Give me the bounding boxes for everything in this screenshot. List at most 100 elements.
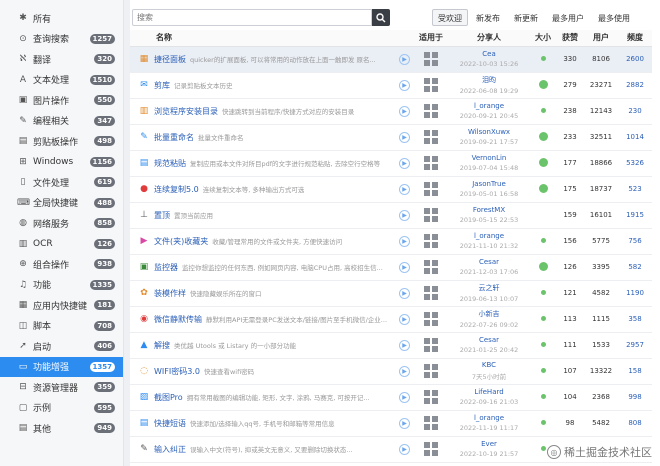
run-icon[interactable]: ▶	[399, 105, 410, 117]
col-likes[interactable]: 获赞	[556, 30, 584, 47]
sharer-name[interactable]: 小新吉	[448, 309, 530, 319]
run-icon[interactable]: ▶	[399, 313, 410, 325]
table-row[interactable]: ▤ 快捷短语 快速添加/选择输入qq号, 手机号和邮箱等常用信息 ▶ l_ora…	[130, 410, 652, 437]
run-icon[interactable]: ▶	[399, 79, 410, 91]
action-title[interactable]: 解搜	[154, 340, 170, 351]
action-title[interactable]: 连续复制5.0	[154, 184, 199, 195]
col-sharer[interactable]: 分享人	[448, 30, 530, 47]
action-title[interactable]: 监控器	[154, 262, 178, 273]
sharer-name[interactable]: LifeHard	[448, 388, 530, 396]
table-row[interactable]: ▦ 捷径面板 quicker的扩展面板, 可以将常用的动作放在上面一触即发 原名…	[130, 46, 652, 73]
sharer-name[interactable]: ForestMX	[448, 206, 530, 214]
action-title[interactable]: 装模作样	[154, 288, 186, 299]
sidebar-item[interactable]: ⊕ 组合操作 938	[0, 254, 123, 275]
col-size[interactable]: 大小	[530, 30, 556, 47]
sidebar-item[interactable]: ✎ 编程相关 347	[0, 111, 123, 132]
table-row[interactable]: ✿ 装模作样 快速隐藏娱乐所在的窗口 ▶ 云之轩 2019-06-13 10:07…	[130, 280, 652, 307]
run-icon[interactable]: ▶	[399, 391, 410, 403]
run-icon[interactable]: ▶	[399, 157, 410, 169]
sharer-name[interactable]: Cesar	[448, 258, 530, 266]
sharer-name[interactable]: 云之轩	[448, 283, 530, 293]
table-row[interactable]: ◌ WIFI密码3.0 快速查看wifi密码 ▶ KBC 7天5小时前 107 1…	[130, 358, 652, 385]
sort-tab[interactable]: 新发布	[470, 9, 506, 26]
sharer-name[interactable]: Cesar	[448, 336, 530, 344]
sidebar-item[interactable]: ✱ 所有	[0, 8, 123, 29]
run-icon[interactable]: ▶	[399, 417, 410, 429]
run-icon[interactable]: ▶	[399, 235, 410, 247]
sharer-name[interactable]: WilsonXuwx	[448, 128, 530, 136]
sharer-name[interactable]: l_orange	[448, 232, 530, 240]
action-title[interactable]: 输入纠正	[154, 444, 186, 455]
run-icon[interactable]: ▶	[399, 183, 410, 195]
run-icon[interactable]: ▶	[399, 209, 410, 221]
sharer-name[interactable]: 泪昀	[448, 75, 530, 85]
action-title[interactable]: 批量重命名	[154, 132, 194, 143]
sharer-name[interactable]: VernonLin	[448, 154, 530, 162]
sharer-name[interactable]: Ever	[448, 440, 530, 448]
sidebar-item[interactable]: ⊟ 资源管理器 359	[0, 377, 123, 398]
action-title[interactable]: 快捷短语	[154, 418, 186, 429]
sidebar-item[interactable]: A 文本处理 1510	[0, 70, 123, 91]
sort-tab[interactable]: 新更新	[508, 9, 544, 26]
sidebar-item[interactable]: ℵ 翻译 320	[0, 49, 123, 70]
action-title[interactable]: 捷径面板	[154, 54, 186, 65]
users-count: 18866	[584, 150, 618, 177]
table-row[interactable]: ✎ 批量重命名 批量文件重命名 ▶ WilsonXuwx 2019-09-21 1…	[130, 124, 652, 151]
action-title[interactable]: 截图Pro	[154, 392, 183, 403]
run-icon[interactable]: ▶	[399, 339, 410, 351]
run-icon[interactable]: ▶	[399, 443, 410, 455]
action-title[interactable]: WIFI密码3.0	[154, 366, 200, 377]
table-row[interactable]: ✉ 剪库 记录剪贴板文本历史 ▶ 泪昀 2022-06-08 19:29 279 …	[130, 72, 652, 99]
action-title[interactable]: 规范粘贴	[154, 158, 186, 169]
run-icon[interactable]: ▶	[399, 261, 410, 273]
sidebar-item[interactable]: ◫ 脚本 708	[0, 316, 123, 337]
sidebar-item[interactable]: ▥ OCR 126	[0, 234, 123, 255]
table-row[interactable]: ◉ 微信静默传输 静默利用API无需登录PC发送文本/链接/图片至手机微信/企业…	[130, 306, 652, 333]
table-row[interactable]: ● 连续复制5.0 连续复制文本等, 多种输出方式可选 ▶ JasonTrue 2…	[130, 176, 652, 203]
run-icon[interactable]: ▶	[399, 365, 410, 377]
action-title[interactable]: 微信静默传输	[154, 314, 202, 325]
run-icon[interactable]: ▶	[399, 131, 410, 143]
table-row[interactable]: ▣ 监控器 监控你想监控的任何东西, 例如网页内容, 电脑CPU占用, 高校招生…	[130, 254, 652, 281]
table-row[interactable]: ▤ 规范粘贴 复制应用或本文件对所目pdf的文字进行规范粘贴, 去除空行空格等 …	[130, 150, 652, 177]
sidebar-item[interactable]: ▢ 示例 595	[0, 398, 123, 419]
table-row[interactable]: ▨ 截图Pro 拥有常用截图的编辑功能, 矩形, 文字, 涂鸦, 马赛克, 可按…	[130, 384, 652, 411]
col-users[interactable]: 用户	[584, 30, 618, 47]
table-row[interactable]: ⊥ 置顶 置顶当前应用 ▶ ForestMX 2019-05-15 22:53 1…	[130, 202, 652, 229]
sidebar-item[interactable]: ▣ 图片操作 550	[0, 90, 123, 111]
sidebar-item[interactable]: ♫ 功能 1335	[0, 275, 123, 296]
col-for[interactable]: 适用于	[414, 30, 448, 47]
table-row[interactable]: ▶ 文件(夹)收藏夹 收藏/管理常用的文件或文件夹, 方便快速访问 ▶ l_or…	[130, 228, 652, 255]
search-button[interactable]	[372, 9, 390, 26]
action-title[interactable]: 剪库	[154, 80, 170, 91]
sidebar-item[interactable]: ⊞ Windows 1156	[0, 152, 123, 173]
action-title[interactable]: 文件(夹)收藏夹	[154, 236, 208, 247]
sharer-name[interactable]: l_orange	[448, 414, 530, 422]
sidebar-item[interactable]: ⊙ 查询搜索 1257	[0, 29, 123, 50]
action-title[interactable]: 浏览程序安装目录	[154, 106, 218, 117]
sort-tab[interactable]: 最多使用	[592, 9, 636, 26]
sort-tab[interactable]: 最多用户	[546, 9, 590, 26]
sidebar-item[interactable]: ▭ 功能增强 1357	[0, 356, 123, 377]
sidebar-item[interactable]: ▤ 其他 949	[0, 418, 123, 439]
table-row[interactable]: ▲ 解搜 类优越 Utools 或 Listary 的一小部分功能 ▶ Cesa…	[130, 332, 652, 359]
sort-tab[interactable]: 受欢迎	[432, 9, 468, 26]
sidebar-item[interactable]: ▦ 应用内快捷键 181	[0, 295, 123, 316]
sharer-name[interactable]: l_orange	[448, 102, 530, 110]
col-freq[interactable]: 频度	[618, 30, 652, 47]
table-row[interactable]: ▥ 浏览程序安装目录 快速跳转到当前程序/快捷方式对应的安装目录 ▶ l_ora…	[130, 98, 652, 125]
sidebar-item[interactable]: ➚ 启动 406	[0, 336, 123, 357]
run-icon[interactable]: ▶	[399, 53, 410, 65]
col-name[interactable]: 名称	[130, 30, 414, 47]
sharer-name[interactable]: JasonTrue	[448, 180, 530, 188]
sidebar-item[interactable]: ▤ 剪贴板操作 498	[0, 131, 123, 152]
sharer-name[interactable]: KBC	[448, 361, 530, 369]
sidebar-item[interactable]: ▯ 文件处理 619	[0, 172, 123, 193]
search-input[interactable]	[132, 9, 372, 26]
sharer-name[interactable]: Cea	[448, 50, 530, 58]
sidebar-item[interactable]: ⌨ 全局快捷键 488	[0, 193, 123, 214]
run-icon[interactable]: ▶	[399, 287, 410, 299]
action-title[interactable]: 置顶	[154, 210, 170, 221]
sidebar-item[interactable]: ◍ 网络服务 858	[0, 213, 123, 234]
watermark: ◎ 稀土掘金技术社区	[547, 444, 652, 460]
